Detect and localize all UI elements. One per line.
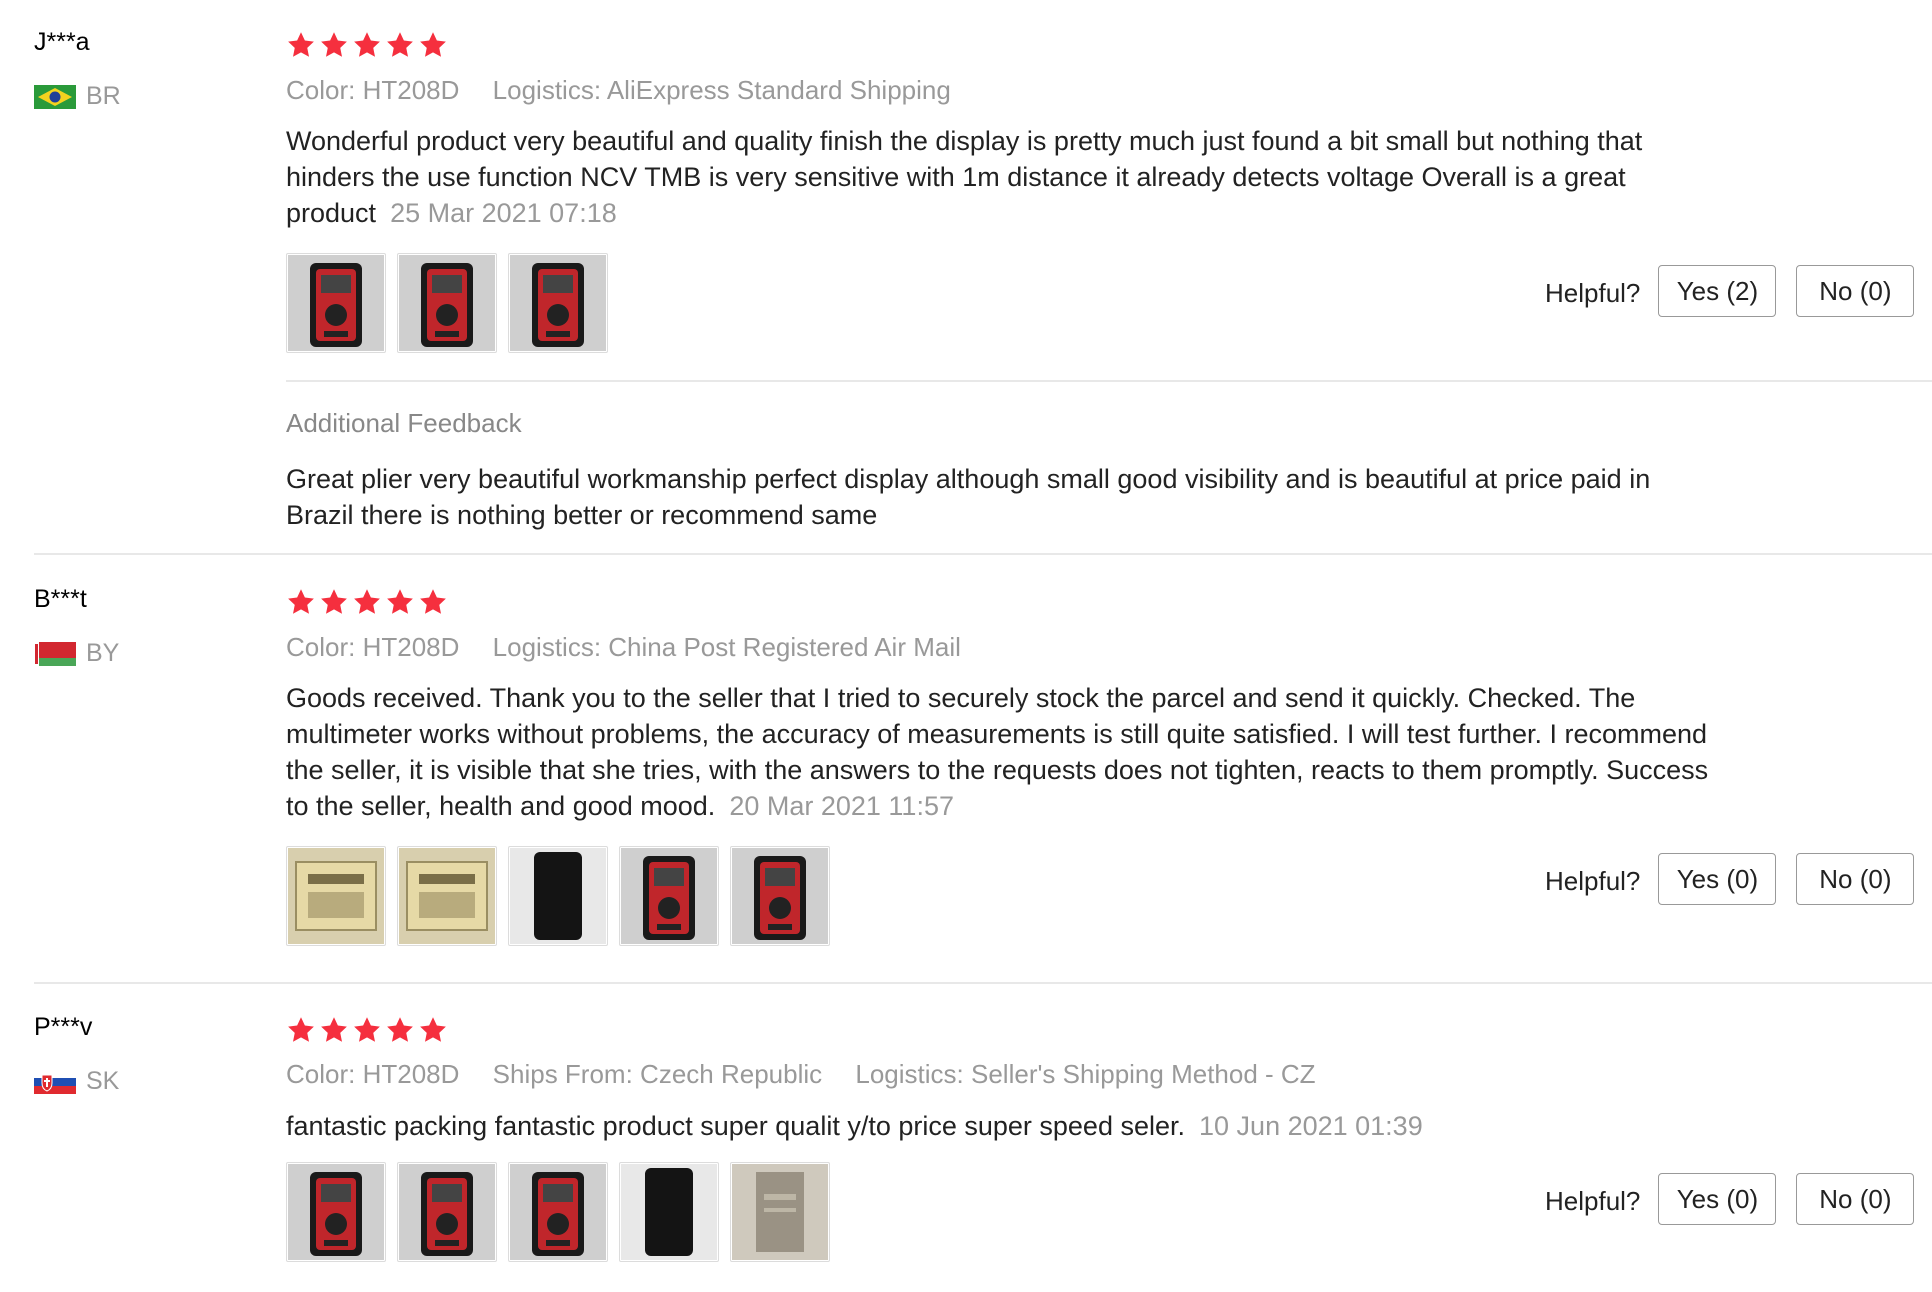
- star-rating: [286, 30, 448, 60]
- country-code: SK: [86, 1067, 120, 1095]
- review-image-thumbnail[interactable]: [397, 846, 497, 946]
- review-date: 20 Mar 2021 11:57: [729, 791, 954, 821]
- helpful-yes-button[interactable]: Yes (0): [1658, 1173, 1777, 1225]
- country-code: BR: [86, 82, 121, 110]
- user-country: SK: [34, 1067, 119, 1096]
- additional-feedback-divider: [286, 380, 1932, 382]
- star-icon: [286, 587, 316, 617]
- review-meta: Color: HT208D Logistics: AliExpress Stan…: [286, 75, 977, 106]
- country-code: BY: [86, 639, 120, 667]
- star-icon: [286, 1015, 316, 1045]
- star-icon: [352, 30, 382, 60]
- review-image-thumbnail[interactable]: [730, 846, 830, 946]
- star-icon: [352, 587, 382, 617]
- logistics-info: Logistics: China Post Registered Air Mai…: [492, 632, 961, 662]
- review-image-thumbnail[interactable]: [286, 846, 386, 946]
- star-icon: [385, 30, 415, 60]
- review-image-thumbnail[interactable]: [286, 253, 386, 353]
- review-images: [286, 1162, 830, 1262]
- logistics-info: Logistics: AliExpress Standard Shipping: [492, 75, 951, 105]
- helpful-no-button[interactable]: No (0): [1796, 265, 1915, 317]
- helpful-label: Helpful?: [1545, 277, 1641, 308]
- helpful-yes-button[interactable]: Yes (0): [1658, 853, 1777, 905]
- review-image-thumbnail[interactable]: [397, 1162, 497, 1262]
- additional-feedback-text: Great plier very beautiful workmanship p…: [286, 464, 1651, 530]
- review-image-thumbnail[interactable]: [619, 846, 719, 946]
- star-icon: [385, 587, 415, 617]
- review-text: Wonderful product very beautiful and qua…: [286, 126, 1643, 228]
- review-image-thumbnail[interactable]: [286, 1162, 386, 1262]
- additional-feedback-title: Additional Feedback: [286, 408, 522, 438]
- helpful-no-button[interactable]: No (0): [1796, 853, 1915, 905]
- user-country: BR: [34, 82, 121, 111]
- review-date: 25 Mar 2021 07:18: [390, 198, 617, 228]
- star-rating: [286, 1015, 448, 1045]
- star-icon: [286, 30, 316, 60]
- review-images: [286, 253, 608, 353]
- review-text: fantastic packing fantastic product supe…: [286, 1111, 1423, 1141]
- helpful-label: Helpful?: [1545, 1185, 1641, 1216]
- review-date: 10 Jun 2021 01:39: [1199, 1111, 1423, 1141]
- slovakia-flag-icon: [34, 1069, 76, 1094]
- star-icon: [385, 1015, 415, 1045]
- helpful-yes-button[interactable]: Yes (2): [1658, 265, 1777, 317]
- review-divider: [34, 553, 1932, 555]
- star-icon: [319, 1015, 349, 1045]
- review-meta: Color: HT208D Ships From: Czech Republic…: [286, 1059, 1342, 1090]
- logistics-info: Logistics: Seller's Shipping Method - CZ: [855, 1059, 1316, 1089]
- star-icon: [418, 1015, 448, 1045]
- review-image-thumbnail[interactable]: [508, 1162, 608, 1262]
- belarus-flag-icon: [34, 641, 76, 666]
- review-image-thumbnail[interactable]: [619, 1162, 719, 1262]
- star-icon: [319, 30, 349, 60]
- review-image-thumbnail[interactable]: [397, 253, 497, 353]
- review-images: [286, 846, 830, 946]
- star-icon: [418, 587, 448, 617]
- color-info: Color: HT208D: [286, 1059, 460, 1089]
- helpful-label: Helpful?: [1545, 865, 1641, 896]
- star-icon: [319, 587, 349, 617]
- review-image-thumbnail[interactable]: [508, 846, 608, 946]
- star-rating: [286, 587, 448, 617]
- review-image-thumbnail[interactable]: [730, 1162, 830, 1262]
- review-text: Goods received. Thank you to the seller …: [286, 683, 1709, 821]
- color-info: Color: HT208D: [286, 75, 460, 105]
- helpful-vote: Helpful? Yes (0) No (0): [1545, 853, 1915, 905]
- user-name: J***a: [34, 28, 90, 56]
- review-image-thumbnail[interactable]: [508, 253, 608, 353]
- brazil-flag-icon: [34, 84, 76, 109]
- user-name: B***t: [34, 585, 87, 613]
- user-country: BY: [34, 639, 119, 668]
- review-meta: Color: HT208D Logistics: China Post Regi…: [286, 632, 987, 663]
- helpful-vote: Helpful? Yes (2) No (0): [1545, 265, 1915, 317]
- helpful-no-button[interactable]: No (0): [1796, 1173, 1915, 1225]
- color-info: Color: HT208D: [286, 632, 460, 662]
- helpful-vote: Helpful? Yes (0) No (0): [1545, 1173, 1915, 1225]
- user-name: P***v: [34, 1013, 93, 1041]
- star-icon: [418, 30, 448, 60]
- ships-from-info: Ships From: Czech Republic: [492, 1059, 823, 1089]
- review-divider: [34, 982, 1932, 984]
- star-icon: [352, 1015, 382, 1045]
